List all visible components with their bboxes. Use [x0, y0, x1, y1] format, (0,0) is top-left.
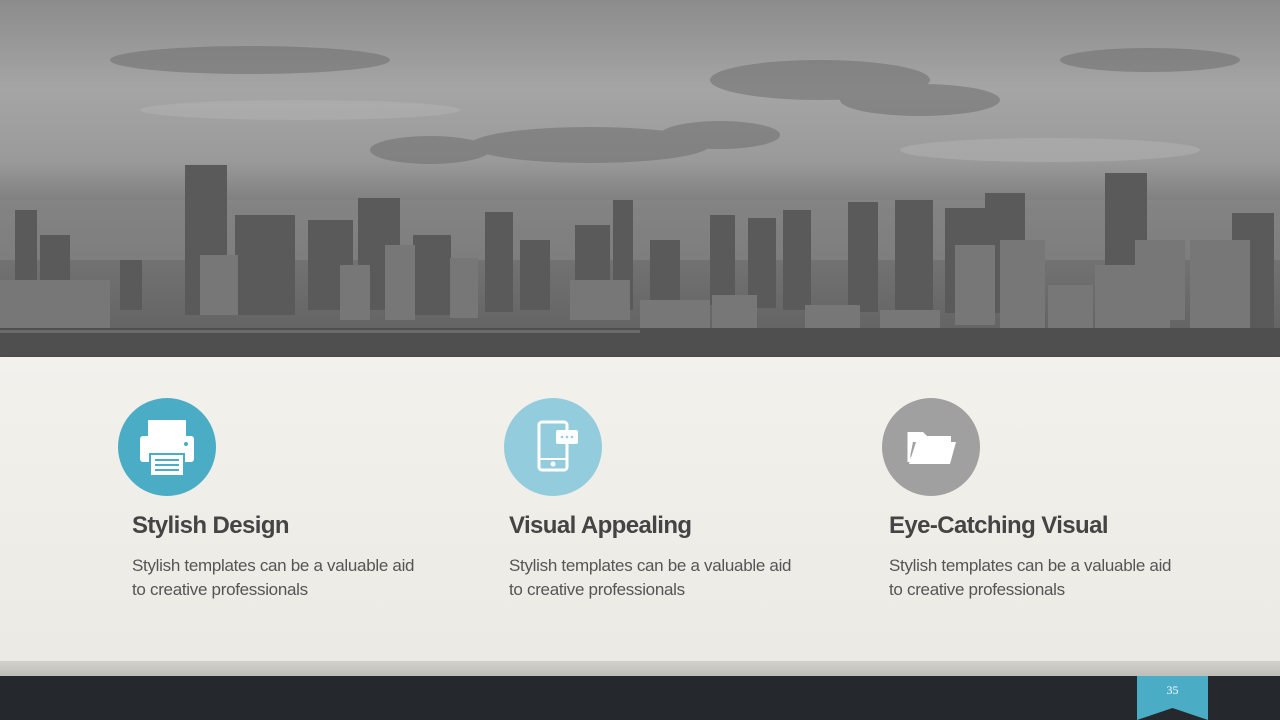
feature-title: Eye-Catching Visual [889, 512, 1109, 539]
panel-edge [0, 661, 1280, 676]
feature-description: Stylish templates can be a valuable aid … [132, 556, 415, 599]
city-skyline-image [0, 0, 1280, 357]
mobile-phone-icon [504, 398, 602, 496]
feature-title: Visual Appealing [509, 512, 692, 539]
feature-description: Stylish templates can be a valuable aid … [509, 556, 792, 599]
feature-title: Stylish Design [132, 512, 290, 539]
slide: Stylish Design Stylish templates can be … [0, 0, 1280, 720]
page-number-tab: 35 [1137, 676, 1208, 720]
skyline-graphic [0, 46, 1280, 357]
folder-icon [882, 398, 980, 496]
feature-description: Stylish templates can be a valuable aid … [889, 556, 1172, 599]
footer-bar [0, 676, 1280, 720]
printer-icon [118, 398, 216, 496]
page-number: 35 [1166, 683, 1179, 697]
